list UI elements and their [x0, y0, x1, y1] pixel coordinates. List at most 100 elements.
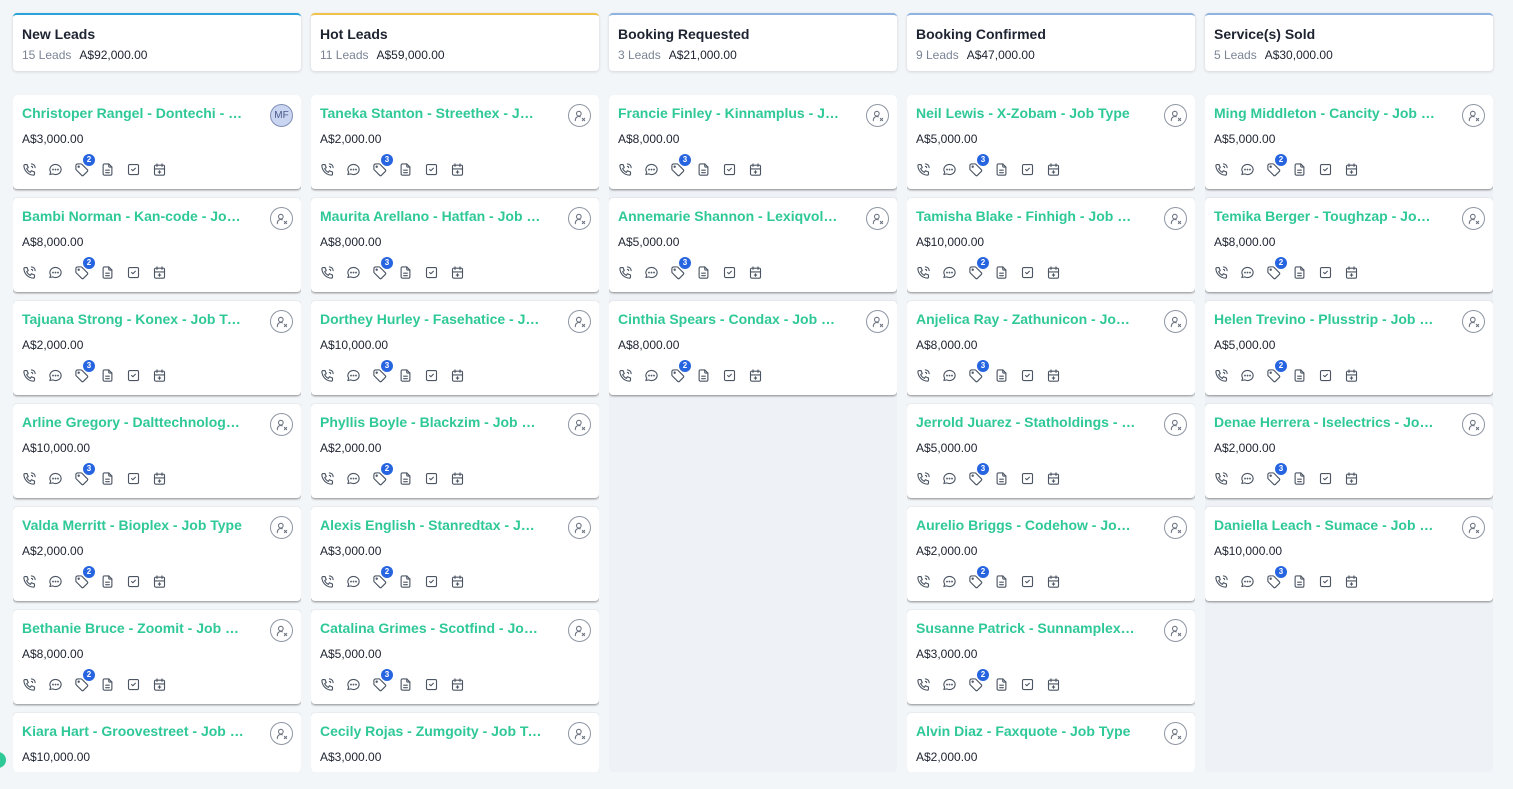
lead-card[interactable]: Neil Lewis - X-Zobam - Job Type A$5,000.0… [907, 95, 1195, 189]
calendar-add-icon[interactable] [1343, 573, 1359, 589]
note-icon[interactable] [1291, 264, 1307, 280]
lead-title-link[interactable]: Bambi Norman - Kan-code - Job Type [22, 208, 244, 224]
message-icon[interactable] [1239, 367, 1255, 383]
message-icon[interactable] [941, 264, 957, 280]
tag-icon[interactable]: 2 [967, 669, 989, 692]
task-icon[interactable] [1019, 573, 1035, 589]
assign-user-icon[interactable] [866, 207, 889, 230]
tag-icon[interactable]: 2 [73, 257, 95, 280]
lead-title-link[interactable]: Temika Berger - Toughzap - Job Type [1214, 208, 1436, 224]
message-icon[interactable] [941, 367, 957, 383]
note-icon[interactable] [993, 573, 1009, 589]
assign-user-icon[interactable] [1164, 619, 1187, 642]
lead-card[interactable]: Tajuana Strong - Konex - Job Type A$2,000… [13, 301, 301, 395]
task-icon[interactable] [1317, 367, 1333, 383]
lead-card[interactable]: Daniella Leach - Sumace - Job Type A$10,0… [1205, 507, 1493, 601]
message-icon[interactable] [47, 573, 63, 589]
lead-title-link[interactable]: Annemarie Shannon - Lexiqvolax - Job Typ… [618, 208, 840, 224]
lead-card[interactable]: Dorthey Hurley - Fasehatice - Job Type A$… [311, 301, 599, 395]
task-icon[interactable] [125, 676, 141, 692]
lead-title-link[interactable]: Bethanie Bruce - Zoomit - Job Type [22, 620, 244, 636]
lead-title-link[interactable]: Jerrold Juarez - Statholdings - Job Type [916, 414, 1138, 430]
note-icon[interactable] [397, 367, 413, 383]
task-icon[interactable] [1019, 676, 1035, 692]
message-icon[interactable] [345, 573, 361, 589]
task-icon[interactable] [423, 161, 439, 177]
calendar-add-icon[interactable] [1045, 470, 1061, 486]
message-icon[interactable] [941, 470, 957, 486]
lead-card[interactable]: Alexis English - Stanredtax - Job Type A$… [311, 507, 599, 601]
tag-icon[interactable]: 3 [371, 360, 393, 383]
task-icon[interactable] [1317, 161, 1333, 177]
note-icon[interactable] [99, 470, 115, 486]
lead-card[interactable]: Annemarie Shannon - Lexiqvolax - Job Typ… [609, 198, 897, 292]
assign-user-icon[interactable] [270, 413, 293, 436]
task-icon[interactable] [125, 161, 141, 177]
calendar-add-icon[interactable] [747, 367, 763, 383]
phone-icon[interactable] [1213, 367, 1229, 383]
lead-title-link[interactable]: Dorthey Hurley - Fasehatice - Job Type [320, 311, 542, 327]
lead-title-link[interactable]: Tajuana Strong - Konex - Job Type [22, 311, 244, 327]
phone-icon[interactable] [617, 264, 633, 280]
lead-card[interactable]: Cecily Rojas - Zumgoity - Job Type A$3,00… [311, 713, 599, 772]
calendar-add-icon[interactable] [449, 470, 465, 486]
task-icon[interactable] [125, 264, 141, 280]
note-icon[interactable] [695, 161, 711, 177]
phone-icon[interactable] [21, 676, 37, 692]
tag-icon[interactable]: 2 [73, 669, 95, 692]
assign-user-icon[interactable] [1462, 413, 1485, 436]
assign-user-icon[interactable] [1462, 310, 1485, 333]
assign-user-icon[interactable] [270, 619, 293, 642]
message-icon[interactable] [345, 676, 361, 692]
phone-icon[interactable] [1213, 161, 1229, 177]
assign-user-icon[interactable] [568, 722, 591, 745]
tag-icon[interactable]: 3 [967, 154, 989, 177]
task-icon[interactable] [423, 676, 439, 692]
lead-card[interactable]: Ming Middleton - Cancity - Job Type A$5,0… [1205, 95, 1493, 189]
phone-icon[interactable] [21, 161, 37, 177]
calendar-add-icon[interactable] [151, 676, 167, 692]
lead-title-link[interactable]: Christoper Rangel - Dontechi - Job Type [22, 105, 244, 121]
tag-icon[interactable]: 2 [1265, 154, 1287, 177]
message-icon[interactable] [47, 367, 63, 383]
note-icon[interactable] [1291, 573, 1307, 589]
calendar-add-icon[interactable] [449, 676, 465, 692]
tag-icon[interactable]: 3 [73, 360, 95, 383]
assign-user-icon[interactable] [270, 310, 293, 333]
assign-user-icon[interactable] [568, 413, 591, 436]
message-icon[interactable] [1239, 161, 1255, 177]
calendar-add-icon[interactable] [151, 573, 167, 589]
message-icon[interactable] [1239, 573, 1255, 589]
lead-card[interactable]: Tamisha Blake - Finhigh - Job Type A$10,0… [907, 198, 1195, 292]
assign-user-icon[interactable] [568, 207, 591, 230]
calendar-add-icon[interactable] [1343, 470, 1359, 486]
lead-title-link[interactable]: Neil Lewis - X-Zobam - Job Type [916, 105, 1138, 121]
lead-title-link[interactable]: Cinthia Spears - Condax - Job Type [618, 311, 840, 327]
tag-icon[interactable]: 2 [669, 360, 691, 383]
lead-title-link[interactable]: Tamisha Blake - Finhigh - Job Type [916, 208, 1138, 224]
tag-icon[interactable]: 2 [371, 566, 393, 589]
task-icon[interactable] [125, 573, 141, 589]
lead-card[interactable]: Jerrold Juarez - Statholdings - Job Type… [907, 404, 1195, 498]
phone-icon[interactable] [1213, 573, 1229, 589]
phone-icon[interactable] [319, 367, 335, 383]
tag-icon[interactable]: 2 [1265, 360, 1287, 383]
lead-title-link[interactable]: Valda Merritt - Bioplex - Job Type [22, 517, 244, 533]
lead-title-link[interactable]: Taneka Stanton - Streethex - Job Type [320, 105, 542, 121]
calendar-add-icon[interactable] [1343, 367, 1359, 383]
assign-user-icon[interactable] [1462, 104, 1485, 127]
note-icon[interactable] [993, 470, 1009, 486]
tag-icon[interactable]: 2 [967, 257, 989, 280]
lead-card[interactable]: Taneka Stanton - Streethex - Job Type A$2… [311, 95, 599, 189]
task-icon[interactable] [423, 573, 439, 589]
task-icon[interactable] [721, 264, 737, 280]
calendar-add-icon[interactable] [151, 161, 167, 177]
calendar-add-icon[interactable] [1343, 264, 1359, 280]
calendar-add-icon[interactable] [1045, 367, 1061, 383]
lead-card[interactable]: Helen Trevino - Plusstrip - Job Type A$5,… [1205, 301, 1493, 395]
task-icon[interactable] [1317, 470, 1333, 486]
tag-icon[interactable]: 2 [73, 154, 95, 177]
lead-card[interactable]: Temika Berger - Toughzap - Job Type A$8,0… [1205, 198, 1493, 292]
column-header[interactable]: Hot Leads 11 Leads A$59,000.00 [311, 13, 599, 71]
calendar-add-icon[interactable] [449, 573, 465, 589]
